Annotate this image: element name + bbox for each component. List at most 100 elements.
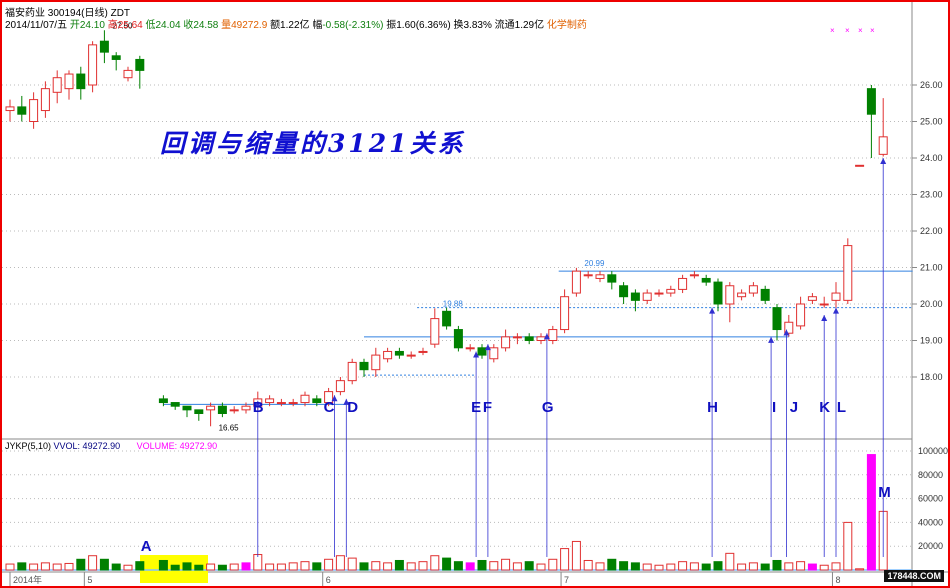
volume-bar xyxy=(217,564,227,571)
price-tick-label: 19.00 xyxy=(920,336,943,346)
candle-up xyxy=(878,136,888,155)
arrow-head-icon xyxy=(880,158,887,164)
high-value: 25.64 xyxy=(117,20,143,31)
candle-down xyxy=(217,405,227,415)
volume-bar xyxy=(347,557,357,571)
vvol-value: VVOL: 49272.90 xyxy=(53,441,121,451)
volume-tick-label: 20000 xyxy=(918,541,943,551)
volume-legend-value: VOLUME: 49272.90 xyxy=(136,441,218,451)
candle-up xyxy=(678,277,688,290)
marker-letter-G: G xyxy=(542,399,554,416)
marker-letter-K: K xyxy=(819,399,830,416)
close-value: 24.58 xyxy=(193,20,219,31)
candle-down xyxy=(772,307,782,331)
open-label: 开 xyxy=(69,20,80,31)
quote-line: 2014/11/07/五 开24.10 高25.64 低24.04 收24.58… xyxy=(5,16,587,31)
candle-up xyxy=(465,347,475,350)
volume-bar xyxy=(383,562,393,571)
volume-bar xyxy=(135,561,145,571)
price-tick-label: 18.00 xyxy=(920,372,943,382)
candle-up xyxy=(335,380,345,393)
volume-bar xyxy=(453,561,463,571)
volume-bar xyxy=(335,555,345,571)
candle-up xyxy=(383,350,393,360)
volume-bar xyxy=(76,558,86,571)
marker-letter-H: H xyxy=(707,399,718,416)
volume-bar xyxy=(324,558,334,571)
volume-bar xyxy=(170,564,180,571)
star-marker-icon: × xyxy=(858,26,863,35)
indicator-name: JYKP(5,10) xyxy=(5,441,52,451)
volume-tick-label: 60000 xyxy=(918,494,943,504)
volume-bar xyxy=(843,521,853,571)
candle-up xyxy=(560,296,570,331)
price-label: 16.65 xyxy=(219,423,240,432)
star-marker-icon: × xyxy=(870,26,875,35)
low-label: 低 xyxy=(145,20,156,31)
candle-down xyxy=(630,292,640,301)
candle-up xyxy=(241,405,251,411)
candle-down xyxy=(607,274,617,283)
candle-up xyxy=(276,402,286,405)
candlestick-chart[interactable]: 26.00 25.00 24.00 23.00 22.00 21.00 20.00 19.00… xyxy=(2,2,948,586)
volume-bar xyxy=(300,561,310,571)
price-tick-label: 21.00 xyxy=(920,263,943,273)
volume-bar xyxy=(406,562,416,571)
volume-bar xyxy=(713,561,723,571)
float-value: 流通1.29亿 xyxy=(494,20,545,31)
candle-down xyxy=(394,350,404,356)
volume-bar xyxy=(560,548,570,571)
candle-down xyxy=(182,405,192,411)
candle-up xyxy=(512,336,522,339)
volume-bar xyxy=(64,562,74,571)
candle-down xyxy=(477,347,487,356)
price-tick-label: 26.00 xyxy=(920,80,943,90)
volume-tick-label: 40000 xyxy=(918,517,943,527)
volume-bar xyxy=(52,563,62,571)
candle-down xyxy=(713,281,723,305)
candle-up xyxy=(583,274,593,277)
low-value: 24.04 xyxy=(155,20,181,31)
arrow-head-icon xyxy=(833,307,839,314)
time-label: 2014年 xyxy=(13,574,42,585)
candle-up xyxy=(796,303,806,327)
candle-down xyxy=(76,73,86,90)
time-label: 8 xyxy=(835,575,840,585)
amplitude-value: 振1.60(6.36%) xyxy=(386,20,451,31)
candle-up xyxy=(40,88,50,112)
volume-bar xyxy=(501,558,511,571)
candle-up xyxy=(725,285,735,305)
volume-bar xyxy=(288,562,298,571)
volume-bar xyxy=(548,558,558,571)
price-tick-label: 24.00 xyxy=(920,153,943,163)
stock-chart-window: 26.00 25.00 24.00 23.00 22.00 21.00 20.00 19.00… xyxy=(0,0,950,588)
candle-up xyxy=(501,336,511,349)
volume-bar xyxy=(819,564,829,571)
volume-bar xyxy=(512,562,522,571)
time-label: 5 xyxy=(87,575,92,585)
candle-up xyxy=(288,402,298,405)
volume-bar xyxy=(807,563,817,571)
marker-letter-L: L xyxy=(837,399,846,416)
candle-down xyxy=(99,40,109,53)
volume-tick-label: 100000 xyxy=(918,446,948,456)
candle-up xyxy=(595,274,605,279)
volume-bar xyxy=(265,563,275,571)
candle-up xyxy=(642,292,652,301)
candle-up xyxy=(737,292,747,298)
turnover-value: 换3.83% xyxy=(453,20,492,31)
volume-bar xyxy=(206,563,216,571)
volume-bar xyxy=(40,562,50,571)
volume-bar xyxy=(725,552,735,571)
candle-down xyxy=(442,310,452,327)
candle-up xyxy=(300,394,310,404)
volume-bar xyxy=(430,555,440,571)
arrow-head-icon xyxy=(821,314,828,321)
sector-link[interactable]: 化学制药 xyxy=(547,20,587,31)
candle-up xyxy=(654,292,664,295)
candle-up xyxy=(807,296,817,301)
candle-up xyxy=(748,285,758,294)
candle-up xyxy=(666,288,676,294)
candle-down xyxy=(866,88,876,115)
price-tick-label: 25.00 xyxy=(920,117,943,127)
